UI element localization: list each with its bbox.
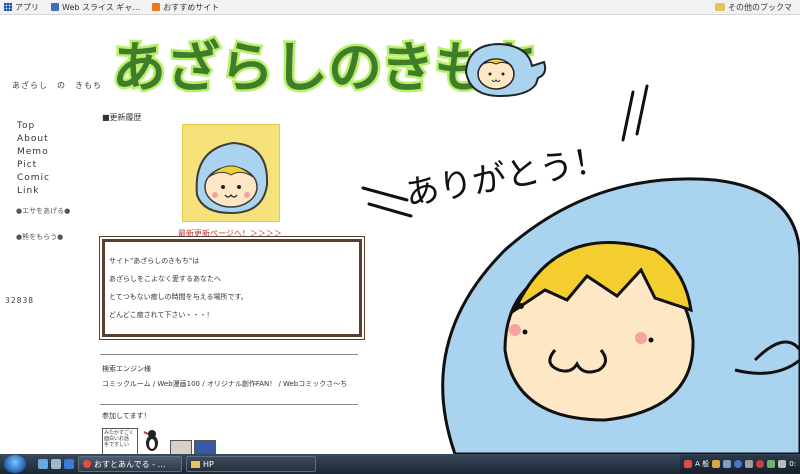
ime-indicator[interactable]: A 般: [695, 459, 709, 469]
taskbar-item-browser[interactable]: おすとあんでる - …: [78, 456, 182, 472]
welcome-line-1: サイト"あざらしのきもち"は: [109, 257, 200, 265]
nav-item-comic[interactable]: Comic: [17, 172, 50, 185]
welcome-message-box: サイト"あざらしのきもち"は あざらしをこよなく愛するあなたへ とてつもない癒し…: [99, 236, 365, 340]
chrome-icon: [83, 460, 91, 468]
search-engine-links[interactable]: コミックルーム / Web漫画100 / オリジナル創作FAN！ / Webコミ…: [102, 379, 347, 389]
start-button[interactable]: [4, 455, 26, 473]
taskbar: おすとあんでる - … HP A 般 0:: [0, 454, 800, 474]
bookmark-osusume[interactable]: おすすめサイト: [152, 2, 219, 13]
nav-item-link[interactable]: Link: [17, 185, 50, 198]
penguin-banner[interactable]: [142, 428, 162, 452]
penguin-icon: [143, 430, 158, 451]
bookmark-other-label: その他のブックマ: [728, 2, 792, 12]
window-switch-icon[interactable]: [51, 459, 61, 469]
site-name: あざらし の きもち: [12, 81, 102, 90]
folder-icon: [715, 3, 725, 11]
divider: [100, 354, 358, 355]
bookmark-web-slice[interactable]: Web スライス ギャ…: [51, 2, 140, 13]
nav-item-pict[interactable]: Pict: [17, 159, 50, 172]
seal-thumbnail-icon: [195, 141, 269, 215]
nav-item-memo[interactable]: Memo: [17, 146, 50, 159]
feed-link[interactable]: ●エサをあげる●: [16, 206, 70, 216]
clock[interactable]: 0:: [789, 460, 796, 468]
nav-item-top[interactable]: Top: [17, 120, 50, 133]
help-icon[interactable]: [734, 460, 743, 468]
tray-icon[interactable]: [745, 460, 754, 468]
taskbar-item-browser-label: おすとあんでる - …: [94, 459, 166, 469]
welcome-line-2: あざらしをこよなく愛するあなたへ: [109, 275, 221, 283]
sidebar-nav: Top About Memo Pict Comic Link: [17, 120, 50, 198]
latest-update-link[interactable]: 最新更新ページへ！＞＞＞＞: [178, 228, 282, 239]
bookmark-apps-label: アプリ: [15, 2, 39, 12]
update-thumbnail[interactable]: [182, 124, 280, 222]
bookmark-web-slice-label: Web スライス ギャ…: [62, 2, 141, 12]
divider: [100, 404, 358, 405]
nav-item-about[interactable]: About: [17, 133, 50, 146]
bear-link[interactable]: ●熊をもらう●: [16, 232, 63, 242]
volume-icon[interactable]: [778, 460, 787, 468]
welcome-line-3: とてつもない癒しの時間を与える場所です。: [109, 293, 248, 301]
network-icon[interactable]: [767, 460, 776, 468]
system-tray: A 般 0:: [680, 455, 800, 473]
participation-banner[interactable]: みたかすごく 面白いお話 手ですしい: [102, 428, 138, 456]
browser-icon[interactable]: [64, 459, 74, 469]
osusume-icon: [152, 3, 161, 11]
welcome-line-4: どんどこ癒されて下さい・・・！: [109, 311, 214, 319]
apps-icon: [4, 3, 12, 11]
bookmark-osusume-label: おすすめサイト: [163, 2, 220, 12]
tray-icon[interactable]: [756, 460, 765, 468]
tray-icon[interactable]: [723, 460, 732, 468]
bookmarks-bar: アプリ Web スライス ギャ… おすすめサイト その他のブックマ: [0, 0, 800, 15]
visitor-counter: 32838: [5, 296, 35, 305]
bookmark-other[interactable]: その他のブックマ: [715, 2, 792, 13]
folder-icon: [191, 460, 200, 468]
search-engines-heading: 検索エンジン様: [102, 365, 151, 373]
update-history-heading: ■更新履歴: [102, 113, 142, 122]
taskbar-item-hp-label: HP: [203, 459, 214, 469]
seal-illustration: ありがとう！: [361, 84, 800, 454]
tray-icon[interactable]: [684, 460, 693, 468]
participating-heading: 参加してます！: [102, 412, 151, 420]
quick-launch: [38, 459, 74, 469]
tray-icon[interactable]: [712, 460, 721, 468]
bookmark-apps[interactable]: アプリ: [4, 2, 39, 13]
desktop-icon[interactable]: [38, 459, 48, 469]
web-slice-icon: [51, 3, 59, 11]
taskbar-item-hp[interactable]: HP: [186, 456, 316, 472]
